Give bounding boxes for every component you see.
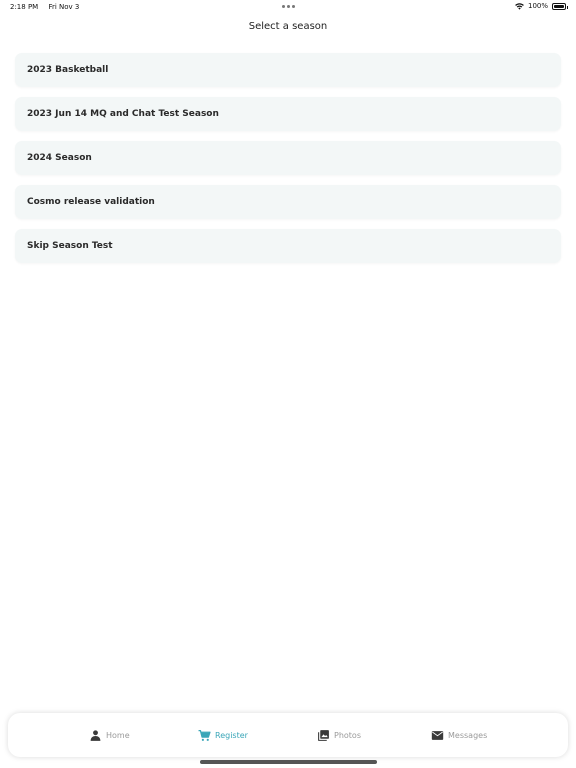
wifi-icon <box>515 2 524 10</box>
battery-percent: 100% <box>527 2 548 10</box>
envelope-icon <box>431 730 444 740</box>
tab-register-label: Register <box>215 730 248 740</box>
battery-fill <box>554 4 564 8</box>
status-bar: 2:18 PM Fri Nov 3 100% <box>0 0 576 14</box>
tab-messages[interactable]: Messages <box>431 713 487 757</box>
season-item[interactable]: 2024 Season <box>15 141 561 175</box>
battery-icon <box>552 2 568 10</box>
status-date: Fri Nov 3 <box>48 3 80 11</box>
season-item[interactable]: Cosmo release validation <box>15 185 561 219</box>
season-item[interactable]: 2023 Basketball <box>15 53 561 87</box>
photos-icon <box>318 729 329 741</box>
tab-home[interactable]: Home <box>89 713 130 757</box>
status-time: 2:18 PM <box>10 3 39 11</box>
cart-icon <box>198 729 211 741</box>
season-item[interactable]: 2023 Jun 14 MQ and Chat Test Season <box>15 97 561 131</box>
tab-photos-label: Photos <box>334 730 361 740</box>
multitasking-dots-icon[interactable] <box>282 5 295 8</box>
tab-register[interactable]: Register <box>198 713 248 757</box>
person-icon <box>90 729 101 741</box>
tab-messages-label: Messages <box>448 730 488 740</box>
season-item[interactable]: Skip Season Test <box>15 229 561 263</box>
tab-bar: Home Register Photos Messages <box>8 713 568 757</box>
tab-home-label: Home <box>106 730 130 740</box>
page-title: Select a season <box>248 21 328 32</box>
season-list: 2023 Basketball 2023 Jun 14 MQ and Chat … <box>15 53 561 273</box>
tab-photos[interactable]: Photos <box>317 713 361 757</box>
home-indicator[interactable] <box>200 760 377 764</box>
